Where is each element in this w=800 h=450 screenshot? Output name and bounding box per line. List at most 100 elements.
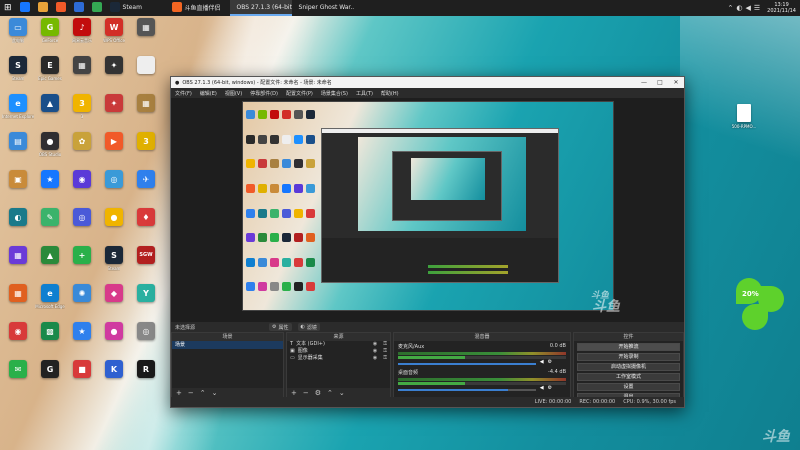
eye-icon[interactable]: ◉ [373, 355, 377, 362]
desktop-icon[interactable]: 3 [130, 132, 162, 168]
desktop-icon[interactable]: e Microsoft Edge [34, 284, 66, 320]
start-virtual-camera-button[interactable]: 启动虚拟摄像机 [577, 363, 680, 371]
desktop-icon[interactable]: S Steam [2, 56, 34, 92]
close-icon[interactable]: ✕ [668, 79, 684, 86]
volume-icon[interactable]: ◀ [746, 4, 751, 12]
preview-canvas[interactable]: 斗鱼 [242, 101, 614, 311]
desktop-icon[interactable]: ✺ [66, 284, 98, 320]
menu-item[interactable]: 场景集合(S) [321, 90, 348, 97]
taskbar-item[interactable]: Sniper Ghost War... [292, 0, 354, 16]
source-settings-icon[interactable]: ⚙ [315, 389, 321, 397]
taskbar-item[interactable]: 斗鱼直播伴侣 [168, 0, 230, 16]
taskbar-item[interactable] [88, 0, 106, 16]
desktop-icon[interactable]: ▤ [2, 132, 34, 168]
desktop-icon[interactable]: ✿ [66, 132, 98, 168]
volume-slider[interactable] [398, 362, 536, 365]
remove-source-icon[interactable]: − [303, 389, 309, 397]
desktop-icon[interactable]: ▦ [2, 246, 34, 282]
desktop-icon[interactable]: SGW [130, 246, 162, 282]
taskbar-item[interactable]: Steam [106, 0, 168, 16]
menu-item[interactable]: 帮助(H) [381, 90, 399, 97]
desktop-icon[interactable]: ▩ [34, 322, 66, 358]
clock[interactable]: 13:19 2021/11/14 [767, 2, 796, 14]
source-item[interactable]: ▭ 显示器采集 ◉ ⚿ [287, 355, 390, 362]
source-item[interactable]: ▣ 图像 ◉ ⚿ [287, 348, 390, 355]
desktop-file[interactable]: 500-RPMO... [728, 104, 760, 129]
obs-titlebar[interactable]: ● OBS 27.1.3 (64-bit, windows) - 配置文件: 未… [171, 77, 684, 88]
wifi-icon[interactable]: ☰ [754, 4, 760, 12]
desktop-icon[interactable]: e Internet Explorer [2, 94, 34, 130]
gear-icon[interactable]: ⚙ [548, 385, 552, 391]
lock-icon[interactable]: ⚿ [383, 341, 387, 348]
start-streaming-button[interactable]: 开始推流 [577, 343, 680, 351]
desktop-icon[interactable]: ▦ [130, 18, 162, 54]
move-down-icon[interactable]: ⌄ [339, 389, 345, 397]
start-recording-button[interactable]: 开始录制 [577, 353, 680, 361]
obs-window[interactable]: ● OBS 27.1.3 (64-bit, windows) - 配置文件: 未… [170, 76, 685, 408]
desktop-icon[interactable]: ◉ [66, 170, 98, 206]
chevron-up-icon[interactable]: ⌃ [728, 4, 734, 12]
desktop-icon[interactable]: ▭ 此电脑 [2, 18, 34, 54]
desktop-icon[interactable]: ◉ [2, 322, 34, 358]
desktop-icon[interactable]: K [98, 360, 130, 396]
desktop-icon[interactable]: S Steam [98, 246, 130, 282]
obs-preview[interactable]: 斗鱼 [171, 98, 684, 323]
menu-item[interactable]: 视图(V) [225, 90, 242, 97]
desktop-icon[interactable]: 33 [66, 94, 98, 130]
move-up-icon[interactable]: ⌃ [200, 389, 206, 397]
desktop-icon[interactable]: ▦ [2, 284, 34, 320]
add-source-icon[interactable]: + [291, 389, 297, 397]
desktop-icon[interactable]: ★ [66, 322, 98, 358]
desktop-icon[interactable] [130, 56, 162, 92]
filters-button[interactable]: ◐ 滤镜 [297, 323, 320, 331]
speaker-icon[interactable]: ◀ [540, 385, 544, 391]
desktop-icon[interactable]: ▦ [66, 56, 98, 92]
desktop-icon[interactable]: ♪ 网易云音乐 [66, 18, 98, 54]
eye-icon[interactable]: ◉ [373, 348, 377, 355]
desktop-icon[interactable]: ● [98, 322, 130, 358]
menu-item[interactable]: 配置文件(P) [286, 90, 313, 97]
menu-item[interactable]: 工具(T) [356, 90, 373, 97]
add-scene-icon[interactable]: + [176, 389, 182, 397]
desktop-icon[interactable]: Y [130, 284, 162, 320]
desktop-icon[interactable]: G [34, 360, 66, 396]
desktop-icon[interactable]: ▲ [34, 94, 66, 130]
taskbar-item[interactable] [34, 0, 52, 16]
taskbar-item[interactable] [16, 0, 34, 16]
volume-slider[interactable] [398, 388, 536, 391]
source-item[interactable]: T 文本 (GDI+) ◉ ⚿ [287, 341, 390, 348]
taskbar-item[interactable] [52, 0, 70, 16]
desktop-icon[interactable]: G GeForce [34, 18, 66, 54]
gear-icon[interactable]: ⚙ [548, 359, 552, 365]
desktop-icon[interactable]: ▣ [2, 170, 34, 206]
studio-mode-button[interactable]: 工作室模式 [577, 373, 680, 381]
taskbar-item[interactable]: OBS 27.1.3 (64-bit... [229, 0, 292, 16]
lock-icon[interactable]: ⚿ [383, 348, 387, 355]
desktop-icon[interactable]: ◎ [130, 322, 162, 358]
desktop-icon[interactable]: ■ [66, 360, 98, 396]
properties-button[interactable]: ⚙ 属性 [269, 323, 292, 331]
desktop-icon[interactable]: ♦ [130, 208, 162, 244]
lock-icon[interactable]: ⚿ [383, 355, 387, 362]
network-icon[interactable]: ◐ [736, 4, 742, 12]
desktop-icon[interactable]: ✈ [130, 170, 162, 206]
desktop-icon[interactable]: ✉ [2, 360, 34, 396]
minimize-icon[interactable]: — [636, 79, 652, 86]
taskbar-item[interactable] [70, 0, 88, 16]
desktop-icon[interactable]: + [66, 246, 98, 282]
desktop-icon[interactable]: R [130, 360, 162, 396]
remove-scene-icon[interactable]: − [188, 389, 194, 397]
maximize-icon[interactable]: □ [652, 79, 668, 86]
scene-item[interactable]: 场景 [172, 341, 283, 349]
move-down-icon[interactable]: ⌄ [212, 389, 218, 397]
settings-button[interactable]: 设置 [577, 383, 680, 391]
desktop-icon[interactable]: ● OBS Studio [34, 132, 66, 168]
desktop-icon[interactable]: ▶ [98, 132, 130, 168]
desktop-icon[interactable]: ✦ [98, 56, 130, 92]
desktop-icon[interactable]: ▦ [130, 94, 162, 130]
desktop-icon[interactable]: W WPS Office [98, 18, 130, 54]
desktop-icon[interactable]: ✦ [98, 94, 130, 130]
desktop-icon[interactable]: ◆ [98, 284, 130, 320]
menu-item[interactable]: 编辑(E) [200, 90, 217, 97]
desktop-icon[interactable]: ✎ [34, 208, 66, 244]
